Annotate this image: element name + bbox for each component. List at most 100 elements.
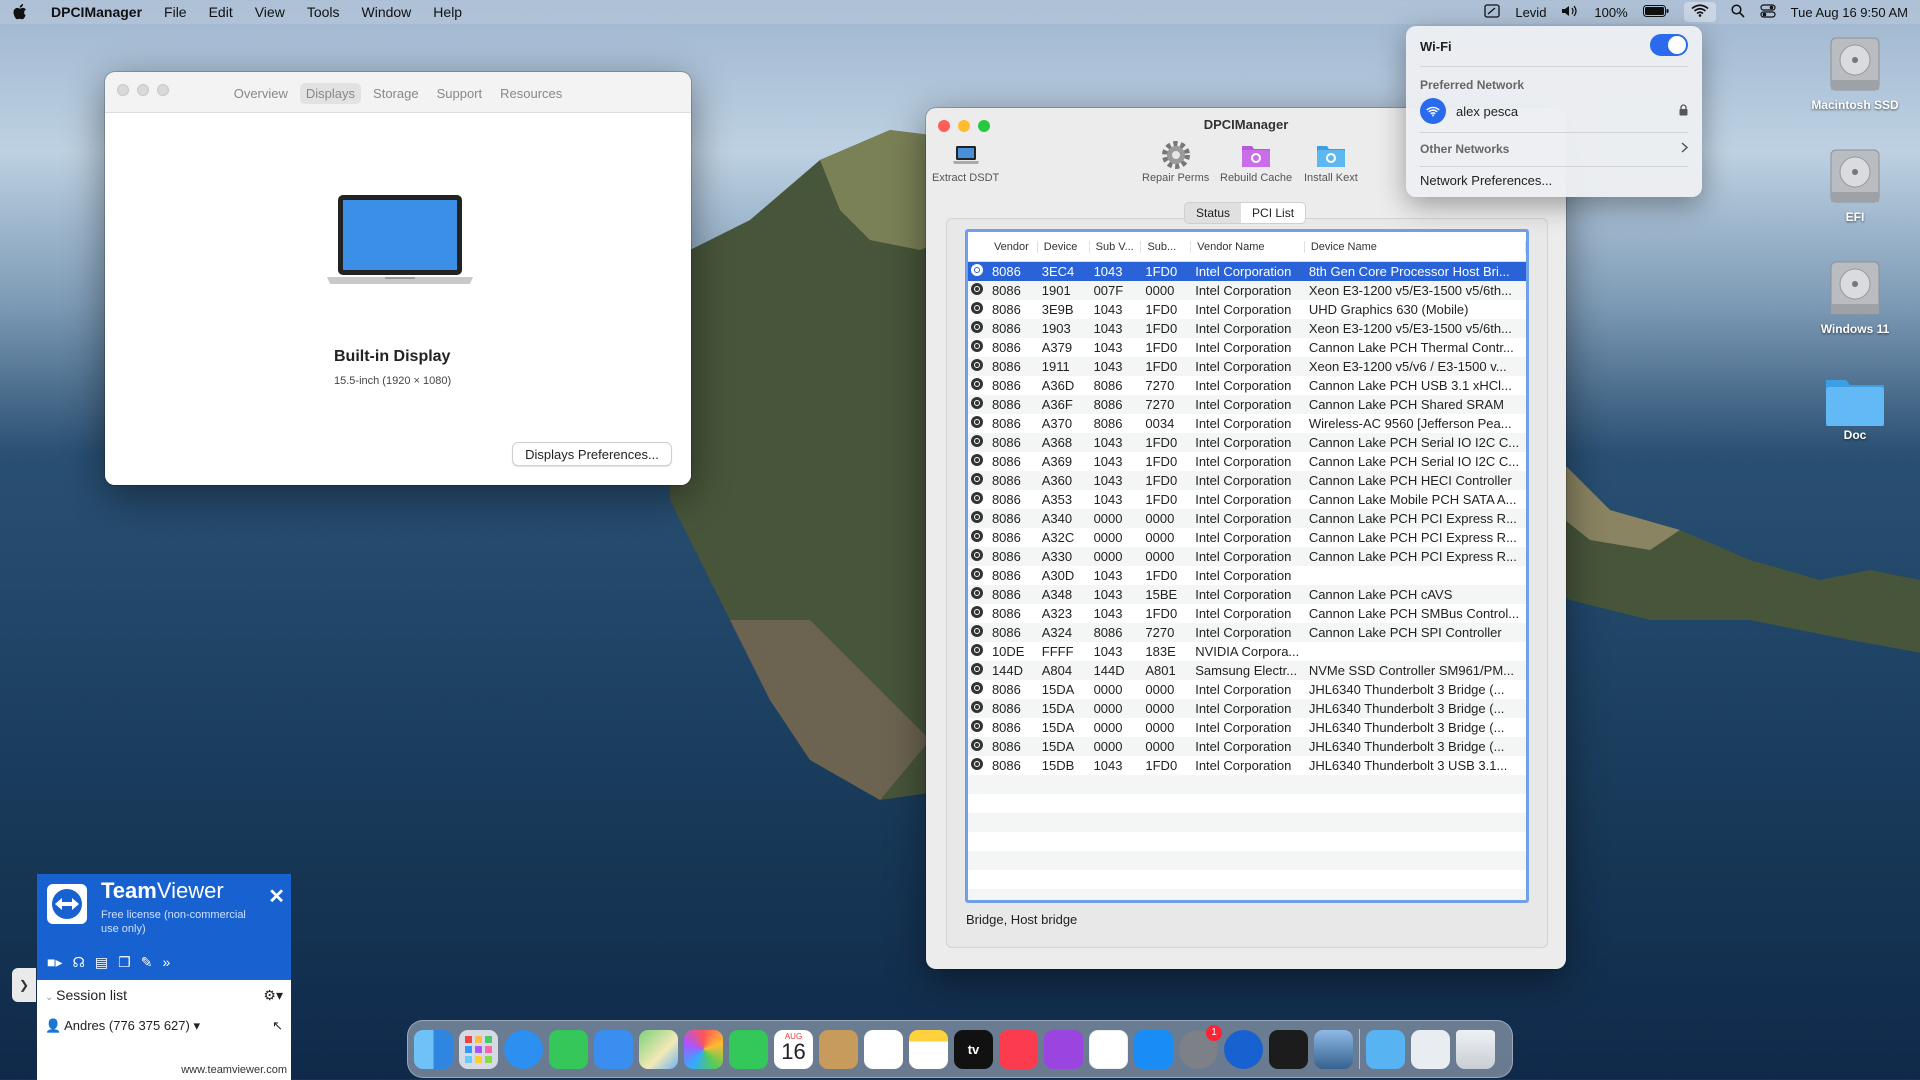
- session-list-row[interactable]: ⌄ Session list ⚙▾: [45, 982, 283, 1008]
- tab-overview[interactable]: Overview: [228, 83, 294, 104]
- notes-icon[interactable]: [909, 1029, 948, 1069]
- teamviewer-url[interactable]: www.teamviewer.com: [181, 1064, 287, 1076]
- table-row[interactable]: 8086 15DA 0000 0000 Intel Corporation JHL6340…: [968, 737, 1526, 756]
- control-center-icon[interactable]: [1760, 3, 1776, 21]
- tab-displays[interactable]: Displays: [299, 83, 362, 104]
- table-row[interactable]: 8086 A36D 8086 7270 Intel Corporation Cannon …: [968, 376, 1526, 395]
- app-store-icon[interactable]: [1134, 1029, 1173, 1069]
- chat-icon[interactable]: ▤: [95, 954, 108, 971]
- column-header-sub-vendor[interactable]: Sub V...: [1090, 240, 1142, 253]
- table-row[interactable]: [968, 851, 1526, 870]
- table-row[interactable]: 8086 15DA 0000 0000 Intel Corporation JHL6340…: [968, 680, 1526, 699]
- desktop-icon-windows-11[interactable]: Windows 11: [1800, 258, 1910, 336]
- pci-table[interactable]: Vendor Device Sub V... Sub... Vendor Nam…: [965, 229, 1529, 903]
- table-row[interactable]: 8086 A360 1043 1FD0 Intel Corporation Cannon …: [968, 471, 1526, 490]
- table-row[interactable]: 8086 A36F 8086 7270 Intel Corporation Cannon …: [968, 395, 1526, 414]
- table-row[interactable]: 8086 A330 0000 0000 Intel Corporation Cannon …: [968, 547, 1526, 566]
- reminders-icon[interactable]: [864, 1029, 903, 1069]
- table-row[interactable]: 8086 15DA 0000 0000 Intel Corporation JHL6340…: [968, 699, 1526, 718]
- tools-icon[interactable]: ✎: [141, 954, 153, 971]
- table-row[interactable]: 10DE FFFF 1043 183E NVIDIA Corpora...: [968, 642, 1526, 661]
- files-icon[interactable]: ❐: [118, 954, 131, 971]
- network-preferences-link[interactable]: Network Preferences...: [1420, 173, 1552, 188]
- table-row[interactable]: [968, 870, 1526, 889]
- launchpad-icon[interactable]: [459, 1029, 498, 1069]
- terminal-icon[interactable]: [1269, 1029, 1308, 1069]
- headset-icon[interactable]: ☊: [72, 954, 84, 971]
- table-row[interactable]: [968, 832, 1526, 851]
- more-icon[interactable]: »: [162, 954, 170, 971]
- apple-tv-icon[interactable]: tv: [954, 1029, 993, 1069]
- segment-pci-list[interactable]: PCI List: [1241, 203, 1306, 223]
- table-row[interactable]: 144D A804 144D A801 Samsung Electr... NVMe SS…: [968, 661, 1526, 680]
- rebuild-cache-button[interactable]: Rebuild Cache: [1220, 138, 1292, 184]
- menu-user[interactable]: Levid: [1515, 5, 1546, 20]
- contacts-icon[interactable]: [819, 1029, 858, 1069]
- dpcimanager-dock-icon[interactable]: [1314, 1029, 1353, 1069]
- menu-app-name[interactable]: DPCIManager: [40, 4, 153, 20]
- wifi-toggle[interactable]: [1650, 34, 1688, 56]
- finder-icon[interactable]: [414, 1029, 453, 1069]
- display-menu-icon[interactable]: [1484, 3, 1500, 21]
- segment-status[interactable]: Status: [1185, 203, 1241, 223]
- trash-icon[interactable]: [1456, 1029, 1495, 1069]
- tab-resources[interactable]: Resources: [494, 83, 568, 104]
- table-row[interactable]: [968, 889, 1526, 900]
- install-kext-button[interactable]: Install Kext: [1304, 138, 1358, 184]
- table-row[interactable]: 8086 3E9B 1043 1FD0 Intel Corporation UHD Gra…: [968, 300, 1526, 319]
- tab-storage[interactable]: Storage: [367, 83, 425, 104]
- downloads-folder-icon[interactable]: [1366, 1029, 1405, 1069]
- desktop-icon-efi[interactable]: EFI: [1800, 146, 1910, 224]
- column-header-device[interactable]: Device: [1038, 240, 1090, 253]
- podcasts-icon[interactable]: [1044, 1029, 1083, 1069]
- teamviewer-expand-tab[interactable]: ❯: [12, 968, 36, 1002]
- table-row[interactable]: 8086 1901 007F 0000 Intel Corporation Xeon E3…: [968, 281, 1526, 300]
- repair-perms-button[interactable]: Repair Perms: [1142, 138, 1209, 184]
- column-header-sub-device[interactable]: Sub...: [1141, 240, 1192, 253]
- gear-icon[interactable]: ⚙▾: [263, 987, 283, 1004]
- news-icon[interactable]: [1089, 1029, 1128, 1069]
- calendar-icon[interactable]: AUG 16: [774, 1029, 813, 1069]
- maps-icon[interactable]: [639, 1029, 678, 1069]
- apple-menu-icon[interactable]: [0, 4, 40, 20]
- facetime-icon[interactable]: [729, 1029, 768, 1069]
- table-row[interactable]: 8086 3EC4 1043 1FD0 Intel Corporation 8th Gen…: [968, 262, 1526, 281]
- column-header-device-name[interactable]: Device Name: [1305, 240, 1526, 253]
- messages-icon[interactable]: [549, 1029, 588, 1069]
- table-row[interactable]: 8086 15DB 1043 1FD0 Intel Corporation JHL6340…: [968, 756, 1526, 775]
- screenshot-stack-icon[interactable]: [1411, 1029, 1450, 1069]
- table-row[interactable]: 8086 A370 8086 0034 Intel Corporation Wireles…: [968, 414, 1526, 433]
- video-icon[interactable]: ■▸: [47, 954, 62, 971]
- safari-icon[interactable]: [504, 1029, 543, 1069]
- table-row[interactable]: 8086 A323 1043 1FD0 Intel Corporation Cannon …: [968, 604, 1526, 623]
- system-preferences-icon[interactable]: 1: [1179, 1024, 1222, 1069]
- music-icon[interactable]: [999, 1029, 1038, 1069]
- table-row[interactable]: 8086 A368 1043 1FD0 Intel Corporation Cannon …: [968, 433, 1526, 452]
- table-row[interactable]: 8086 1911 1043 1FD0 Intel Corporation Xeon E3…: [968, 357, 1526, 376]
- mail-icon[interactable]: [594, 1029, 633, 1069]
- menu-help[interactable]: Help: [422, 4, 473, 20]
- column-header-vendor-name[interactable]: Vendor Name: [1191, 240, 1305, 253]
- column-header-vendor[interactable]: Vendor: [988, 240, 1038, 253]
- menu-clock[interactable]: Tue Aug 16 9:50 AM: [1791, 5, 1908, 20]
- network-item[interactable]: alex pesca: [1420, 98, 1688, 124]
- wifi-menu-icon[interactable]: [1683, 2, 1716, 22]
- table-row[interactable]: 8086 A30D 1043 1FD0 Intel Corporation: [968, 566, 1526, 585]
- table-row[interactable]: [968, 775, 1526, 794]
- table-row[interactable]: 8086 A32C 0000 0000 Intel Corporation Cannon …: [968, 528, 1526, 547]
- battery-icon[interactable]: [1642, 4, 1669, 20]
- other-networks-row[interactable]: Other Networks: [1420, 142, 1689, 156]
- table-row[interactable]: 8086 1903 1043 1FD0 Intel Corporation Xeon E3…: [968, 319, 1526, 338]
- table-row[interactable]: 8086 A348 1043 15BE Intel Corporation Cannon …: [968, 585, 1526, 604]
- cursor-icon[interactable]: ↖: [272, 1018, 283, 1034]
- extract-dsdt-button[interactable]: Extract DSDT: [932, 138, 999, 184]
- displays-preferences-button[interactable]: Displays Preferences...: [512, 442, 672, 466]
- photos-icon[interactable]: [684, 1029, 723, 1069]
- table-row[interactable]: 8086 A324 8086 7270 Intel Corporation Cannon …: [968, 623, 1526, 642]
- spotlight-search-icon[interactable]: [1731, 3, 1745, 21]
- table-row[interactable]: 8086 A379 1043 1FD0 Intel Corporation Cannon …: [968, 338, 1526, 357]
- volume-icon[interactable]: [1561, 4, 1579, 21]
- table-row[interactable]: 8086 A369 1043 1FD0 Intel Corporation Cannon …: [968, 452, 1526, 471]
- close-icon[interactable]: ✕: [268, 884, 285, 909]
- menu-window[interactable]: Window: [351, 4, 423, 20]
